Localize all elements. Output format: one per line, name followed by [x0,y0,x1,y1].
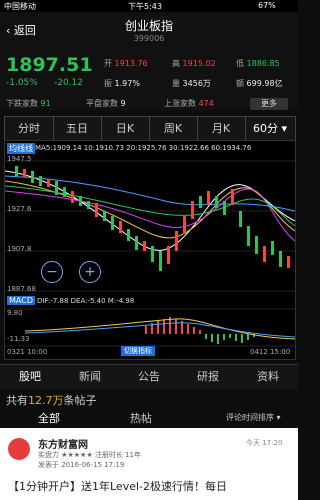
tab-profile[interactable]: 资料 [238,365,298,389]
amplitude-field: 振 1.97% [104,79,140,88]
y-mid1: 1927.6 [7,205,32,213]
quote-panel: 1897.51 -1.05% -20.12 开 1913.76 高 1915.0… [0,46,298,110]
author-meta: 实盘力 ★★★★★ 注册时长 11年 [38,451,141,459]
macd-bars [24,317,295,344]
change-pct: -1.05% [6,78,38,88]
tab-weekly-k[interactable]: 周K [149,117,198,141]
feed-item[interactable]: 东方财富网 实盘力 ★★★★★ 注册时长 11年 发表于 2016-06-15 … [0,428,298,500]
clock: 下午5:43 [128,2,162,11]
post-title[interactable]: 【1分钟开户】送1年Level-2极速行情！每日 [8,478,292,494]
post-subtabs: 全部 热帖 评论时间排序 ▾ [0,406,298,431]
post-time: 今天 17:20 [246,439,283,447]
avatar [8,438,30,460]
nav-bar: ‹ 返回 创业板指 399006 [0,12,298,46]
post-date: 发表于 2016-06-15 17:19 [38,461,125,469]
ma-indicator-tag[interactable]: 均线线 [7,143,35,154]
tab-hot-posts[interactable]: 热帖 [130,410,152,426]
macd-top: 9.80 [7,309,23,317]
volume-field: 量 3456万 [172,79,211,88]
tab-60min-label: 60分 [252,122,278,135]
zoom-out-button[interactable]: − [41,261,63,283]
tab-news[interactable]: 新闻 [60,365,120,389]
period-tabs: 分时 五日 日K 周K 月K 60分 ▾ [4,116,296,142]
start-time: 0321 10:00 [7,348,48,356]
change: -20.12 [54,78,84,88]
macd-values: DIF:-7.88 DEA:-5.40 M:-4.98 [37,297,135,305]
switch-indicator-button[interactable]: 切换指标 [121,346,155,356]
more-button[interactable]: 更多 [250,98,288,110]
tab-announcements[interactable]: 公告 [120,365,178,389]
tab-intraday[interactable]: 分时 [5,117,54,141]
author-name[interactable]: 东方财富网 [38,436,88,451]
price: 1897.51 [6,54,93,76]
ma-values: MA5:1909.14 10:1910.73 20:1925.76 30:192… [35,144,252,152]
low-field: 低 1886.85 [236,59,280,68]
tab-monthly-k[interactable]: 月K [197,117,246,141]
open-field: 开 1913.76 [104,59,148,68]
page-title: 创业板指 [124,19,173,33]
tab-research[interactable]: 研报 [178,365,238,389]
amount-field: 额 699.98亿 [236,79,283,88]
macd-bottom: -11.33 [7,335,30,343]
tab-60min[interactable]: 60分 ▾ [245,117,295,141]
sort-dropdown[interactable]: 评论时间排序 ▾ [226,412,281,423]
battery: 67% [258,1,276,10]
y-mid2: 1907.8 [7,245,32,253]
macd-tag[interactable]: MACD [7,296,35,305]
status-bar: 中国移动 下午5:43 67% [0,0,298,12]
y-top: 1947.5 [7,155,32,163]
tab-daily-k[interactable]: 日K [101,117,150,141]
index-code: 399006 [133,34,165,43]
tab-five-day[interactable]: 五日 [53,117,102,141]
kline-chart[interactable]: 均线线 MA5:1909.14 10:1910.73 20:1925.76 30… [4,140,296,360]
carrier: 中国移动 [4,2,36,11]
sort-label: 评论时间排序 [226,413,274,422]
high-field: 高 1915.02 [172,59,216,68]
flat-count: 平盘家数 9 [86,99,126,108]
info-tabs: 股吧 新闻 公告 研报 资料 [0,364,298,389]
down-count: 下跌家数 91 [6,99,51,108]
up-count: 上涨家数 474 [164,99,214,108]
tab-guba[interactable]: 股吧 [0,365,60,389]
end-time: 0412 15:00 [250,348,291,356]
y-bottom: 1887.68 [7,285,36,293]
candles [15,166,290,271]
zoom-in-button[interactable]: + [79,261,101,283]
